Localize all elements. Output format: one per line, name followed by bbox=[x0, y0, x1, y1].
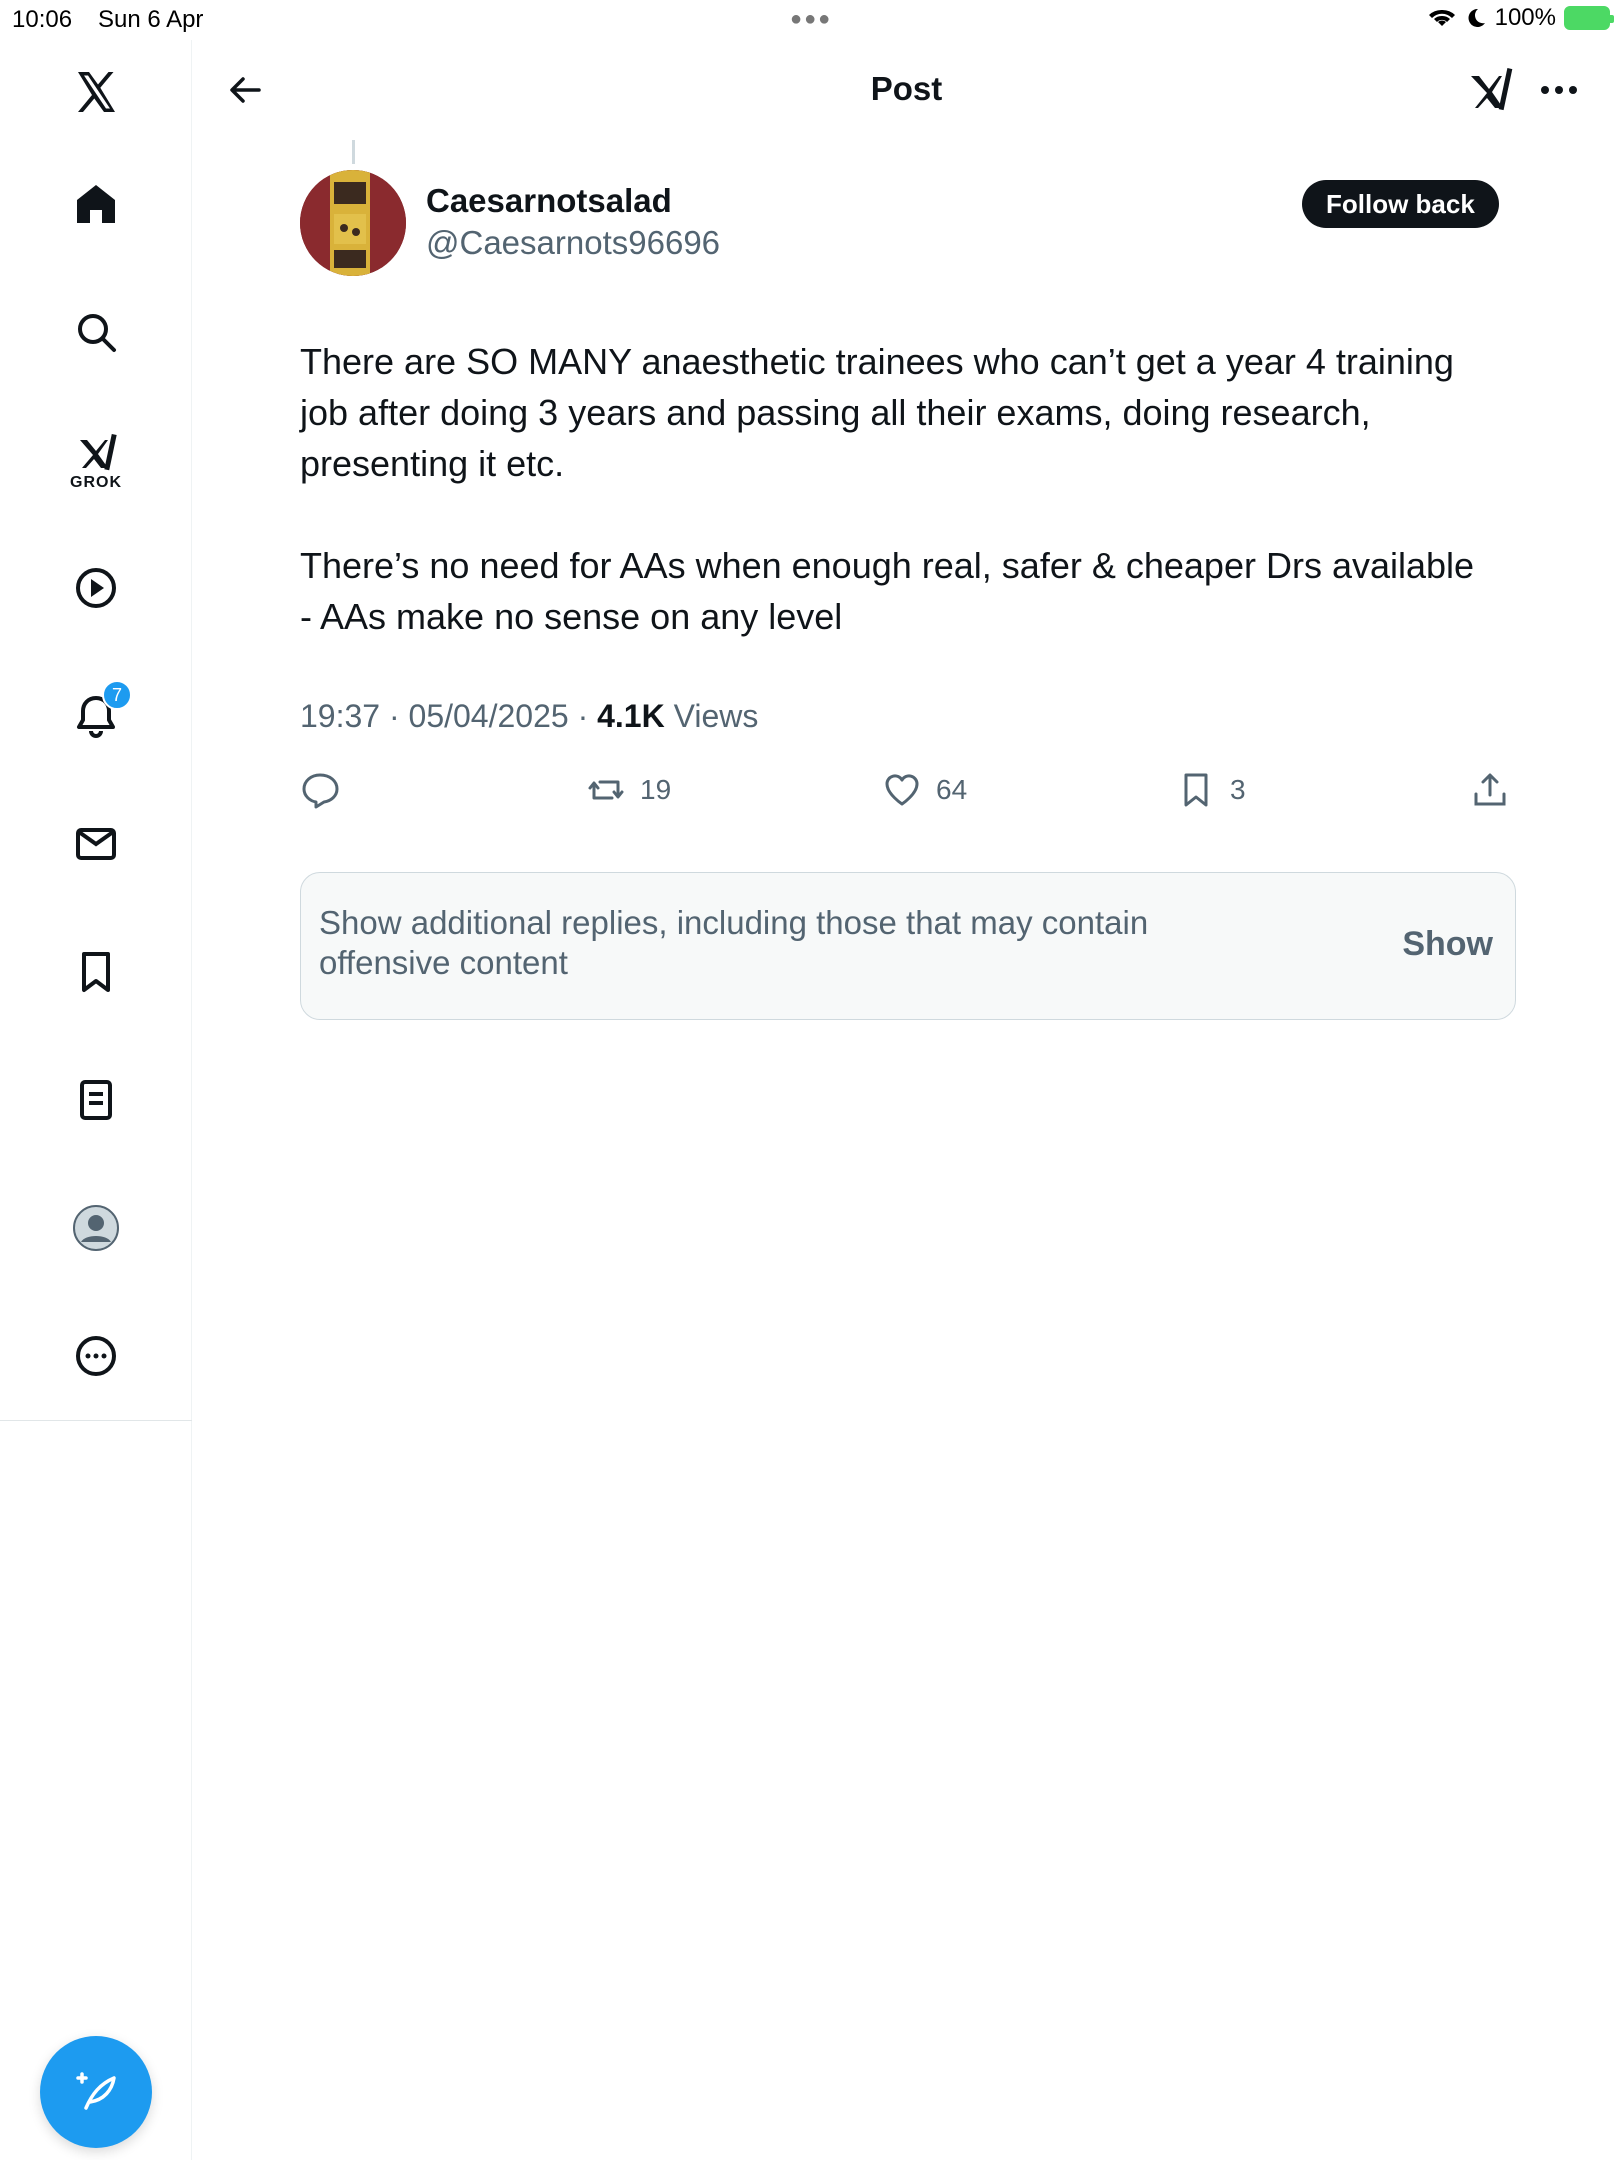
grok-label: GROK bbox=[70, 474, 122, 491]
x-logo-icon[interactable] bbox=[56, 52, 136, 132]
additional-replies-notice: Show additional replies, including those… bbox=[300, 872, 1516, 1020]
status-date: Sun 6 Apr bbox=[98, 6, 204, 33]
like-count: 64 bbox=[936, 774, 968, 805]
post-meta: 19:37 · 05/04/2025 · 4.1K Views bbox=[300, 698, 758, 735]
profile-avatar-icon[interactable] bbox=[56, 1188, 136, 1268]
retweet-count: 19 bbox=[640, 774, 672, 805]
status-bar: 10:06 Sun 6 Apr ●●● 100% bbox=[0, 0, 1620, 40]
post-timestamp: 19:37 · 05/04/2025 · bbox=[300, 698, 598, 734]
compose-feather-icon bbox=[76, 2072, 116, 2110]
lists-icon[interactable] bbox=[56, 1060, 136, 1140]
heart-icon bbox=[885, 774, 919, 806]
grok-icon bbox=[80, 433, 117, 471]
search-icon[interactable] bbox=[56, 292, 136, 372]
messages-icon[interactable] bbox=[56, 804, 136, 884]
status-right: 100% bbox=[1427, 4, 1614, 32]
share-button[interactable] bbox=[1470, 760, 1510, 820]
follow-back-button[interactable]: Follow back bbox=[1302, 180, 1499, 228]
multitask-dots-icon[interactable]: ●●● bbox=[790, 8, 832, 31]
battery-percent: 100% bbox=[1494, 4, 1556, 31]
views-label: Views bbox=[664, 698, 759, 734]
notifications-nav[interactable]: 7 bbox=[56, 676, 136, 756]
status-time: 10:06 bbox=[12, 6, 73, 33]
thread-line bbox=[352, 140, 355, 164]
bookmarks-icon[interactable] bbox=[56, 932, 136, 1012]
retweet-button[interactable]: 19 bbox=[586, 760, 671, 820]
bookmark-icon bbox=[1184, 773, 1208, 807]
additional-replies-text: Show additional replies, including those… bbox=[319, 904, 1149, 981]
reply-icon bbox=[302, 773, 339, 809]
author-handle[interactable]: @Caesarnots96696 bbox=[426, 224, 720, 262]
retweet-icon bbox=[588, 780, 624, 800]
grok-nav[interactable]: GROK bbox=[56, 420, 136, 500]
grok-header-icon[interactable] bbox=[1463, 62, 1519, 118]
like-button[interactable]: 64 bbox=[882, 760, 967, 820]
more-options-icon[interactable] bbox=[56, 1316, 136, 1396]
wifi-icon bbox=[1428, 9, 1455, 26]
views-count: 4.1K bbox=[597, 698, 665, 734]
battery-icon bbox=[1564, 6, 1614, 30]
author-avatar[interactable] bbox=[300, 170, 406, 276]
moon-icon bbox=[1468, 8, 1485, 27]
video-icon[interactable] bbox=[56, 548, 136, 628]
sidebar: GROK 7 bbox=[0, 40, 192, 2160]
show-replies-button[interactable]: Show bbox=[1402, 925, 1493, 964]
home-icon[interactable] bbox=[56, 164, 136, 244]
author-name[interactable]: Caesarnotsalad bbox=[426, 182, 672, 220]
notification-badge: 7 bbox=[102, 680, 132, 710]
more-menu-icon[interactable] bbox=[1531, 62, 1587, 118]
bookmark-button[interactable]: 3 bbox=[1176, 760, 1246, 820]
bookmark-count: 3 bbox=[1230, 774, 1246, 805]
action-bar: 19 64 3 bbox=[300, 760, 1520, 820]
post-header: Post bbox=[193, 40, 1620, 140]
reply-button[interactable] bbox=[300, 760, 340, 820]
share-icon bbox=[1474, 773, 1506, 806]
sidebar-divider bbox=[0, 1420, 192, 1421]
compose-post-button[interactable] bbox=[40, 2036, 152, 2148]
post-text: There are SO MANY anaesthetic trainees w… bbox=[300, 341, 1475, 637]
page-title: Post bbox=[870, 70, 943, 107]
